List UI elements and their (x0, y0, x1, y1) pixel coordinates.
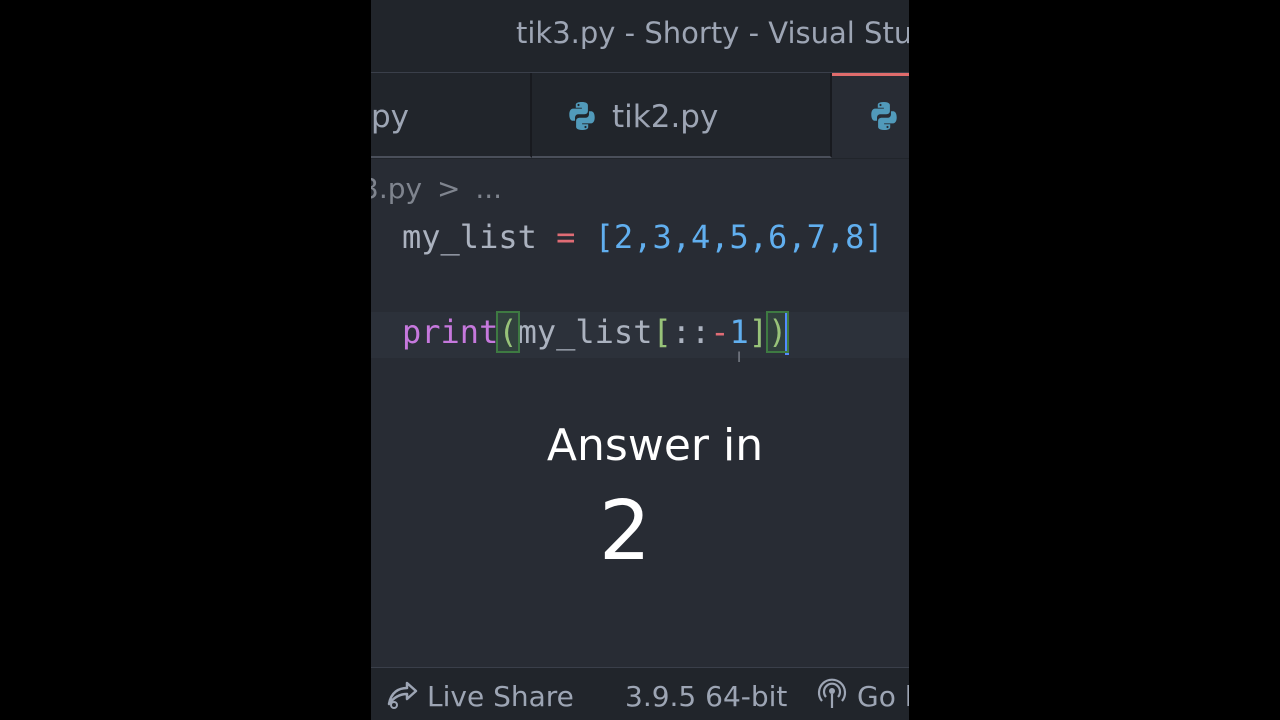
answer-label: Answer in (546, 420, 764, 471)
close-bracket: ] (864, 218, 884, 256)
text-cursor (785, 313, 790, 355)
breadcrumb-file[interactable]: 3.py (371, 172, 422, 205)
live-share-icon (387, 681, 418, 709)
python-icon (871, 102, 897, 130)
step-number: 1 (729, 313, 749, 351)
countdown-number: 2 (598, 484, 652, 579)
breadcrumb[interactable]: 3.py > ... (371, 172, 502, 205)
code-line-1[interactable]: my_list = [2,3,4,5,6,7,8] (402, 218, 884, 256)
variable-name: my_list (402, 218, 537, 256)
list-values: 2,3,4,5,6,7,8 (613, 218, 865, 256)
title-bar: tik3.py - Shorty - Visual Studio (371, 0, 909, 73)
python-interpreter[interactable]: 3.9.5 64-bit (625, 680, 787, 713)
tab-tik3-active[interactable] (832, 73, 909, 158)
tab-label: py (371, 99, 410, 135)
tab-partial-file[interactable]: py (371, 73, 532, 158)
breadcrumb-more[interactable]: ... (475, 172, 502, 205)
code-line-2[interactable]: print(my_list[::-1]) (402, 311, 790, 355)
slice-colons: :: (671, 313, 711, 351)
open-paren: ( (496, 311, 520, 353)
open-bracket: [ (652, 313, 672, 351)
python-icon (569, 102, 595, 130)
go-live-button[interactable]: Go l (857, 680, 909, 713)
ibeam-cursor-icon: I (737, 350, 742, 366)
tab-label: tik2.py (612, 99, 719, 135)
vscode-window: tik3.py - Shorty - Visual Studio py tik2… (371, 0, 909, 720)
live-share-button[interactable]: Live Share (427, 680, 574, 713)
tab-bar: py tik2.py (371, 73, 909, 159)
assign-operator: = (556, 218, 576, 256)
tab-tik2[interactable]: tik2.py (532, 73, 832, 158)
chevron-right-icon: > (436, 172, 461, 205)
broadcast-icon (817, 678, 847, 708)
window-title: tik3.py - Shorty - Visual Studio (516, 16, 909, 50)
minus-operator: - (710, 313, 730, 351)
open-bracket: [ (594, 218, 614, 256)
argument-name: my_list (517, 313, 653, 351)
close-bracket: ] (748, 313, 769, 351)
function-name: print (402, 313, 499, 351)
status-bar: Live Share 3.9.5 64-bit Go l (371, 667, 909, 720)
